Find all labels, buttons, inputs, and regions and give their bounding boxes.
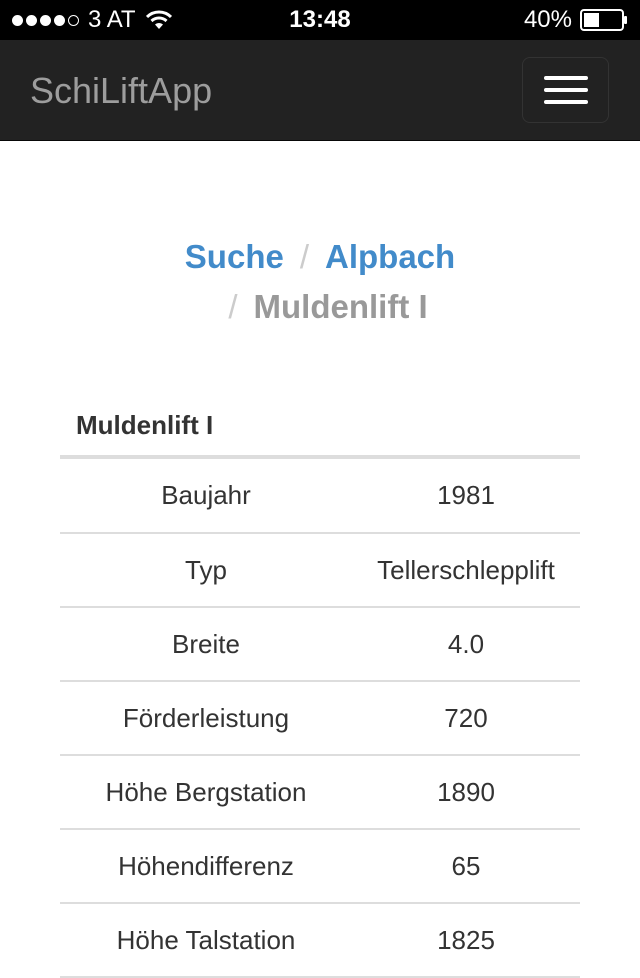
- breadcrumb-separator: /: [299, 238, 310, 275]
- row-value: 1825: [352, 903, 580, 978]
- menu-toggle-button[interactable]: [522, 57, 609, 123]
- row-label: Höhe Bergstation: [60, 755, 352, 830]
- row-label: Typ: [60, 533, 352, 608]
- breadcrumb-line-1: Suche / Alpbach: [0, 232, 640, 282]
- status-bar: 3 AT 13:48 40%: [0, 0, 640, 40]
- breadcrumb-separator: /: [228, 288, 238, 325]
- hamburger-menu-icon: [543, 100, 588, 104]
- row-value: 65: [352, 829, 580, 904]
- table-row: Breite 4.0: [60, 607, 580, 682]
- lift-detail-table: Muldenlift I Baujahr 1981 Typ Tellerschl…: [60, 392, 580, 978]
- table-row: Baujahr 1981: [60, 459, 580, 534]
- breadcrumb-line-2: / Muldenlift I: [0, 282, 640, 332]
- table-row: Förderleistung 720: [60, 681, 580, 756]
- hamburger-menu-icon: [543, 88, 588, 92]
- row-label: Förderleistung: [60, 681, 352, 756]
- breadcrumb-active: Muldenlift I: [253, 288, 428, 325]
- breadcrumb: Suche / Alpbach / Muldenlift I: [0, 232, 640, 332]
- battery-icon: [580, 9, 628, 31]
- row-value: 1981: [352, 459, 580, 534]
- brand-link[interactable]: SchiLiftApp: [30, 40, 212, 141]
- table-row: Höhe Talstation 1825: [60, 903, 580, 978]
- table-row: Typ Tellerschlepplift: [60, 533, 580, 608]
- row-value: 720: [352, 681, 580, 756]
- breadcrumb-link-suche[interactable]: Suche: [185, 238, 284, 275]
- battery-percent: 40%: [523, 6, 572, 33]
- breadcrumb-link-alpbach[interactable]: Alpbach: [325, 238, 455, 275]
- row-label: Breite: [60, 607, 352, 682]
- navbar: SchiLiftApp: [0, 40, 640, 141]
- row-value: Tellerschlepplift: [352, 533, 580, 608]
- row-label: Höhendifferenz: [60, 829, 352, 904]
- table-title: Muldenlift I: [60, 392, 580, 459]
- row-label: Baujahr: [60, 459, 352, 534]
- lift-attributes: Baujahr 1981 Typ Tellerschlepplift Breit…: [60, 459, 580, 978]
- row-value: 1890: [352, 755, 580, 830]
- row-label: Höhe Talstation: [60, 903, 352, 978]
- table-row: Höhendifferenz 65: [60, 829, 580, 904]
- status-right: 40%: [524, 0, 628, 40]
- hamburger-menu-icon: [543, 76, 588, 80]
- table-row: Höhe Bergstation 1890: [60, 755, 580, 830]
- row-value: 4.0: [352, 607, 580, 682]
